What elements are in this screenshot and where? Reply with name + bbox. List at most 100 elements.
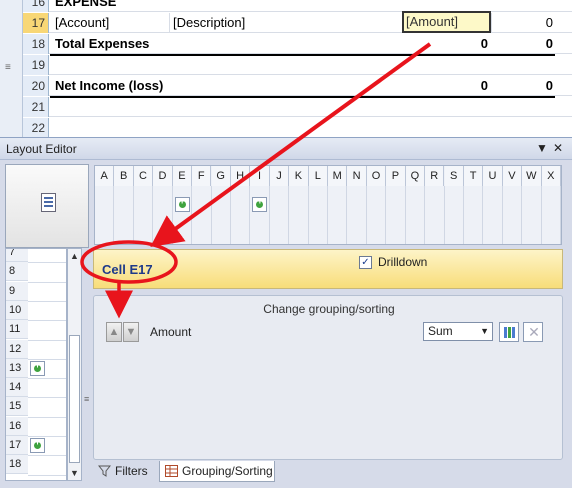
row-header[interactable]: 18 xyxy=(6,455,28,475)
grouping-panel: Change grouping/sorting ▲ ▼ Amount Sum ▼… xyxy=(93,295,563,460)
column-header[interactable]: J xyxy=(269,166,290,186)
column-header[interactable]: I xyxy=(250,166,270,186)
cell-a17[interactable]: [Account] xyxy=(55,13,109,33)
grouping-row: ▲ ▼ Amount Sum ▼ ✕ xyxy=(102,322,556,344)
splitter[interactable]: ≡ xyxy=(82,248,92,481)
chevron-down-icon: ▼ xyxy=(480,326,489,336)
add-column-icon[interactable] xyxy=(174,196,190,212)
column-header[interactable]: S xyxy=(444,166,464,186)
total-underline xyxy=(50,54,555,56)
grid-icon xyxy=(165,465,178,477)
column-header[interactable]: C xyxy=(133,166,154,186)
row-scrollbar[interactable]: ▲ ▼ xyxy=(67,248,82,481)
row-header[interactable]: 7 xyxy=(6,249,28,262)
row-number[interactable]: 20 xyxy=(23,76,49,96)
row-header[interactable]: 12 xyxy=(6,339,28,359)
column-header[interactable]: N xyxy=(347,166,367,186)
column-header[interactable]: F xyxy=(192,166,212,186)
group-field-name: Amount xyxy=(150,325,192,339)
move-down-icon[interactable]: ▼ xyxy=(123,322,139,342)
spreadsheet: ≡ 16 EXPENSE 17 [Account] [Description] … xyxy=(0,0,572,137)
column-header[interactable]: H xyxy=(230,166,251,186)
document-icon xyxy=(41,193,56,212)
row-number[interactable]: 21 xyxy=(23,97,49,117)
column-header[interactable]: K xyxy=(289,166,309,186)
editor-titlebar: Layout Editor ▼ ✕ xyxy=(0,138,572,160)
cell-g18[interactable]: 0 xyxy=(493,34,553,54)
move-up-icon[interactable]: ▲ xyxy=(106,322,122,342)
pin-dropdown-icon[interactable]: ▼ xyxy=(536,141,548,155)
table-row: 17 [Account] [Description] [Amount] 0 xyxy=(23,11,572,33)
drilldown-checkbox[interactable]: ✓ xyxy=(359,256,372,269)
table-row: 20 Net Income (loss) 0 0 xyxy=(23,76,572,96)
remove-icon[interactable]: ✕ xyxy=(523,322,543,342)
aggregate-value: Sum xyxy=(428,324,453,338)
net-underline xyxy=(50,96,555,98)
layout-preview[interactable] xyxy=(5,164,89,248)
column-header[interactable]: T xyxy=(463,166,484,186)
scroll-thumb[interactable] xyxy=(69,335,80,463)
row-header[interactable]: 14 xyxy=(6,378,28,398)
grip-icon: ≡ xyxy=(84,394,90,404)
tab-filters-label: Filters xyxy=(115,464,148,478)
cell-a18[interactable]: Total Expenses xyxy=(55,34,149,54)
column-strip[interactable]: ABCDEFGHIJKLMNOPQRSTUVWX xyxy=(94,165,562,245)
add-row-icon[interactable] xyxy=(30,437,45,453)
column-header[interactable]: B xyxy=(114,166,134,186)
cell-a16[interactable]: EXPENSE xyxy=(55,0,116,12)
column-header[interactable]: V xyxy=(502,166,523,186)
row-header[interactable]: 15 xyxy=(6,397,28,417)
cell-f18[interactable]: 0 xyxy=(402,34,488,54)
drilldown-label: Drilldown xyxy=(378,255,428,269)
row-header[interactable]: 16 xyxy=(6,416,28,436)
column-header[interactable]: R xyxy=(425,166,445,186)
add-row-icon[interactable] xyxy=(30,360,45,376)
column-header[interactable]: W xyxy=(522,166,542,186)
add-column-icon[interactable] xyxy=(252,196,268,212)
cell-c17[interactable]: [Description] xyxy=(173,13,245,33)
cell-g17[interactable]: 0 xyxy=(493,13,553,33)
cell-g20[interactable]: 0 xyxy=(493,76,553,96)
sheet-left-strip: ≡ xyxy=(0,0,23,137)
tab-grouping-sorting[interactable]: Grouping/Sorting xyxy=(159,461,275,482)
cell-header-band: Cell E17 ✓ Drilldown xyxy=(93,249,563,289)
row-header[interactable]: 8 xyxy=(6,262,28,282)
row-number[interactable]: 22 xyxy=(23,118,49,137)
cell-e17-amount[interactable]: [Amount] xyxy=(402,11,491,33)
row-number[interactable]: 16 xyxy=(23,0,49,12)
column-header[interactable]: X xyxy=(541,166,561,186)
row-strip[interactable]: 7 8 9 10 11 12 13 14 15 16 17 18 xyxy=(5,248,67,481)
row-header[interactable]: 10 xyxy=(6,300,28,320)
grouping-title: Change grouping/sorting xyxy=(263,302,395,316)
row-header[interactable]: 9 xyxy=(6,281,28,301)
cell-a20[interactable]: Net Income (loss) xyxy=(55,76,163,96)
row-number[interactable]: 17 xyxy=(23,13,49,33)
row-number[interactable]: 19 xyxy=(23,55,49,75)
row-header[interactable]: 13 xyxy=(6,358,28,378)
column-header[interactable]: M xyxy=(328,166,348,186)
column-header[interactable]: O xyxy=(366,166,387,186)
column-header[interactable]: A xyxy=(95,166,115,186)
table-row: 22 xyxy=(23,118,572,137)
grouping-options-icon[interactable] xyxy=(499,322,519,342)
column-header[interactable]: U xyxy=(483,166,503,186)
cell-f20[interactable]: 0 xyxy=(402,76,488,96)
table-row: 19 xyxy=(23,55,572,75)
scroll-up-icon[interactable]: ▲ xyxy=(70,251,79,261)
column-header[interactable]: D xyxy=(153,166,173,186)
close-icon[interactable]: ✕ xyxy=(553,141,563,155)
column-header[interactable]: L xyxy=(308,166,328,186)
column-header[interactable]: P xyxy=(386,166,406,186)
table-row: 21 xyxy=(23,97,572,117)
row-number[interactable]: 18 xyxy=(23,34,49,54)
scroll-down-icon[interactable]: ▼ xyxy=(70,468,79,478)
column-header[interactable]: E xyxy=(172,166,193,186)
column-header[interactable]: G xyxy=(211,166,231,186)
aggregate-select[interactable]: Sum ▼ xyxy=(423,322,493,341)
row-header[interactable]: 17 xyxy=(6,436,28,455)
row-header[interactable]: 11 xyxy=(6,320,28,340)
column-header[interactable]: Q xyxy=(405,166,426,186)
editor-tabs: Filters Grouping/Sorting xyxy=(93,461,563,483)
tab-grouping-sorting-label: Grouping/Sorting xyxy=(182,464,273,478)
tab-filters[interactable]: Filters xyxy=(93,461,157,482)
